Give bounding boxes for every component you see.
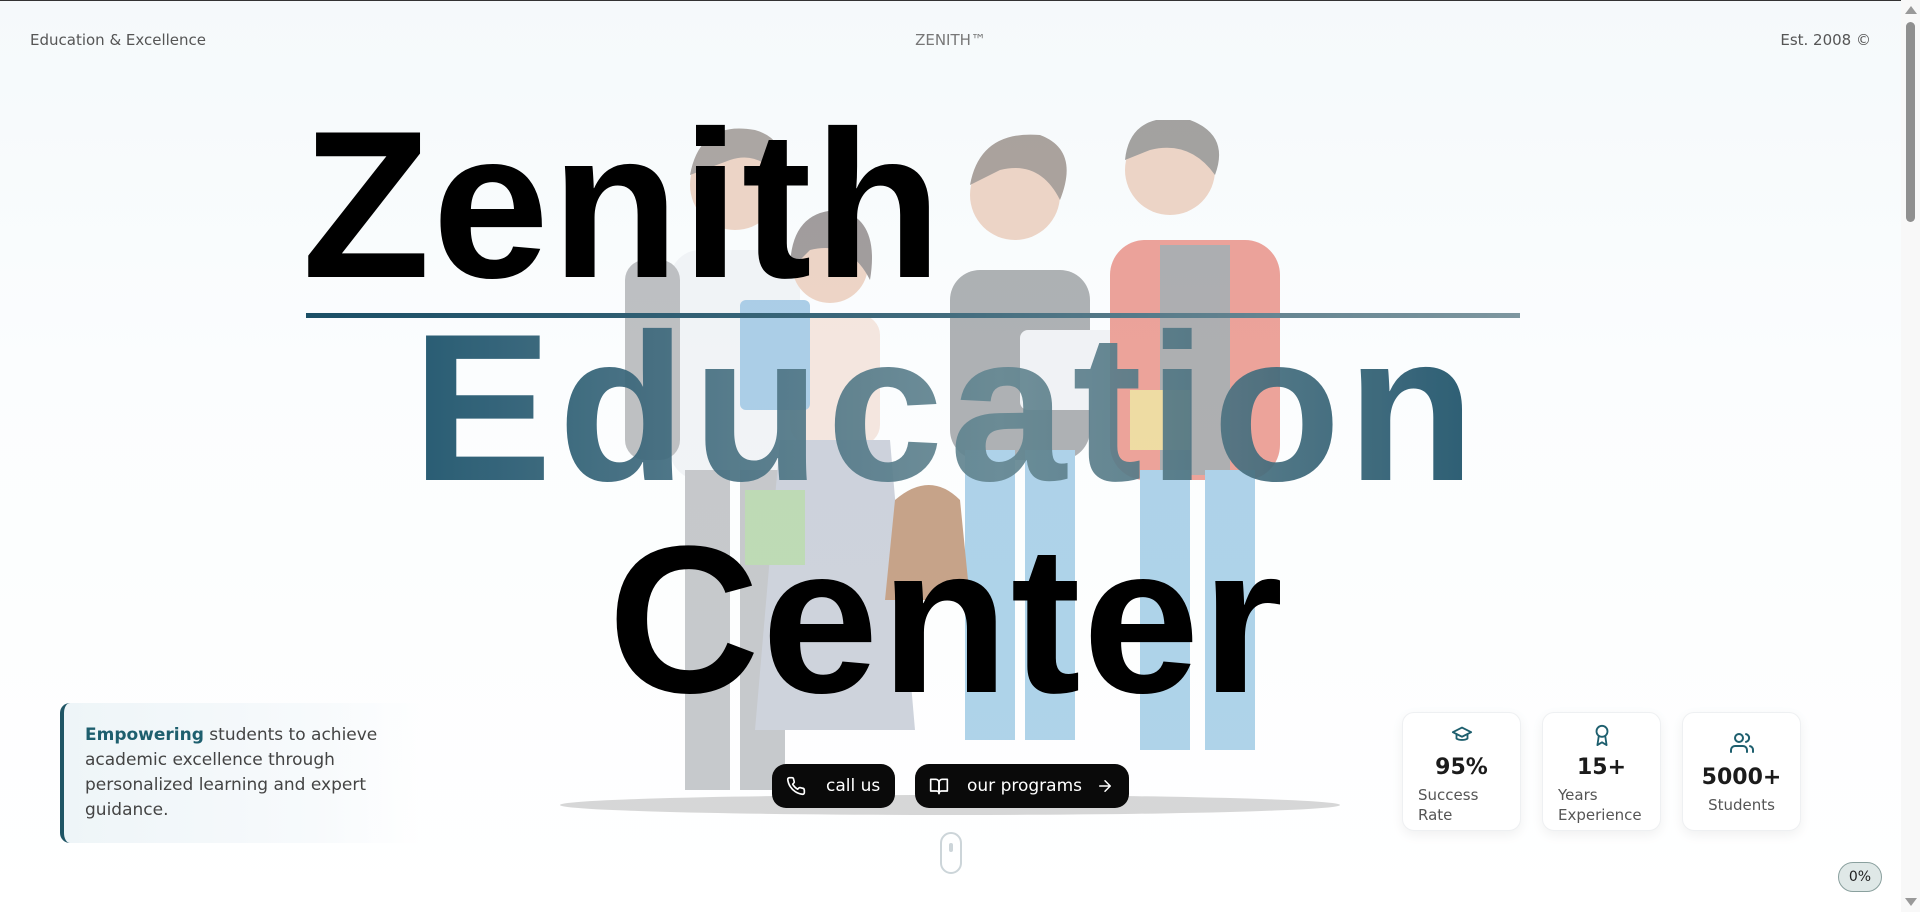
header-logo[interactable]: ZENITH™ bbox=[0, 31, 1901, 49]
scroll-up-arrow-icon[interactable] bbox=[1905, 6, 1917, 14]
header-established: Est. 2008 © bbox=[1780, 31, 1871, 49]
award-icon bbox=[1595, 724, 1608, 746]
phone-icon bbox=[786, 776, 806, 796]
stat-label: Success Rate bbox=[1418, 786, 1479, 824]
stat-card-experience: 15+ Years Experience bbox=[1542, 712, 1661, 831]
scrollbar-thumb[interactable] bbox=[1906, 22, 1915, 222]
stat-label: Years Experience bbox=[1558, 786, 1642, 824]
call-us-button[interactable]: call us bbox=[772, 764, 895, 808]
graduation-cap-icon bbox=[1451, 726, 1472, 741]
stat-value: 5000+ bbox=[1701, 765, 1782, 790]
stat-card-students: 5000+ Students bbox=[1682, 712, 1801, 831]
stat-card-success: 95% Success Rate bbox=[1402, 712, 1521, 831]
mission-callout: Empowering students to achieve academic … bbox=[60, 703, 420, 843]
scroll-mouse-icon[interactable] bbox=[940, 832, 962, 874]
top-border bbox=[0, 0, 1901, 1]
callout-highlight: Empowering bbox=[85, 725, 204, 745]
scroll-down-arrow-icon[interactable] bbox=[1905, 898, 1917, 906]
users-icon bbox=[1729, 733, 1754, 753]
our-programs-label: our programs bbox=[967, 776, 1082, 796]
stat-label: Students bbox=[1708, 796, 1775, 814]
arrow-right-icon bbox=[1099, 780, 1111, 792]
page-scrollbar[interactable] bbox=[1901, 0, 1920, 912]
stat-value: 95% bbox=[1435, 755, 1488, 780]
scroll-progress-badge: 0% bbox=[1838, 862, 1882, 892]
call-us-label: call us bbox=[826, 776, 881, 796]
our-programs-button[interactable]: our programs bbox=[915, 764, 1129, 808]
stat-value: 15+ bbox=[1576, 755, 1627, 780]
students-illustration bbox=[560, 120, 1340, 815]
book-icon bbox=[929, 778, 949, 795]
